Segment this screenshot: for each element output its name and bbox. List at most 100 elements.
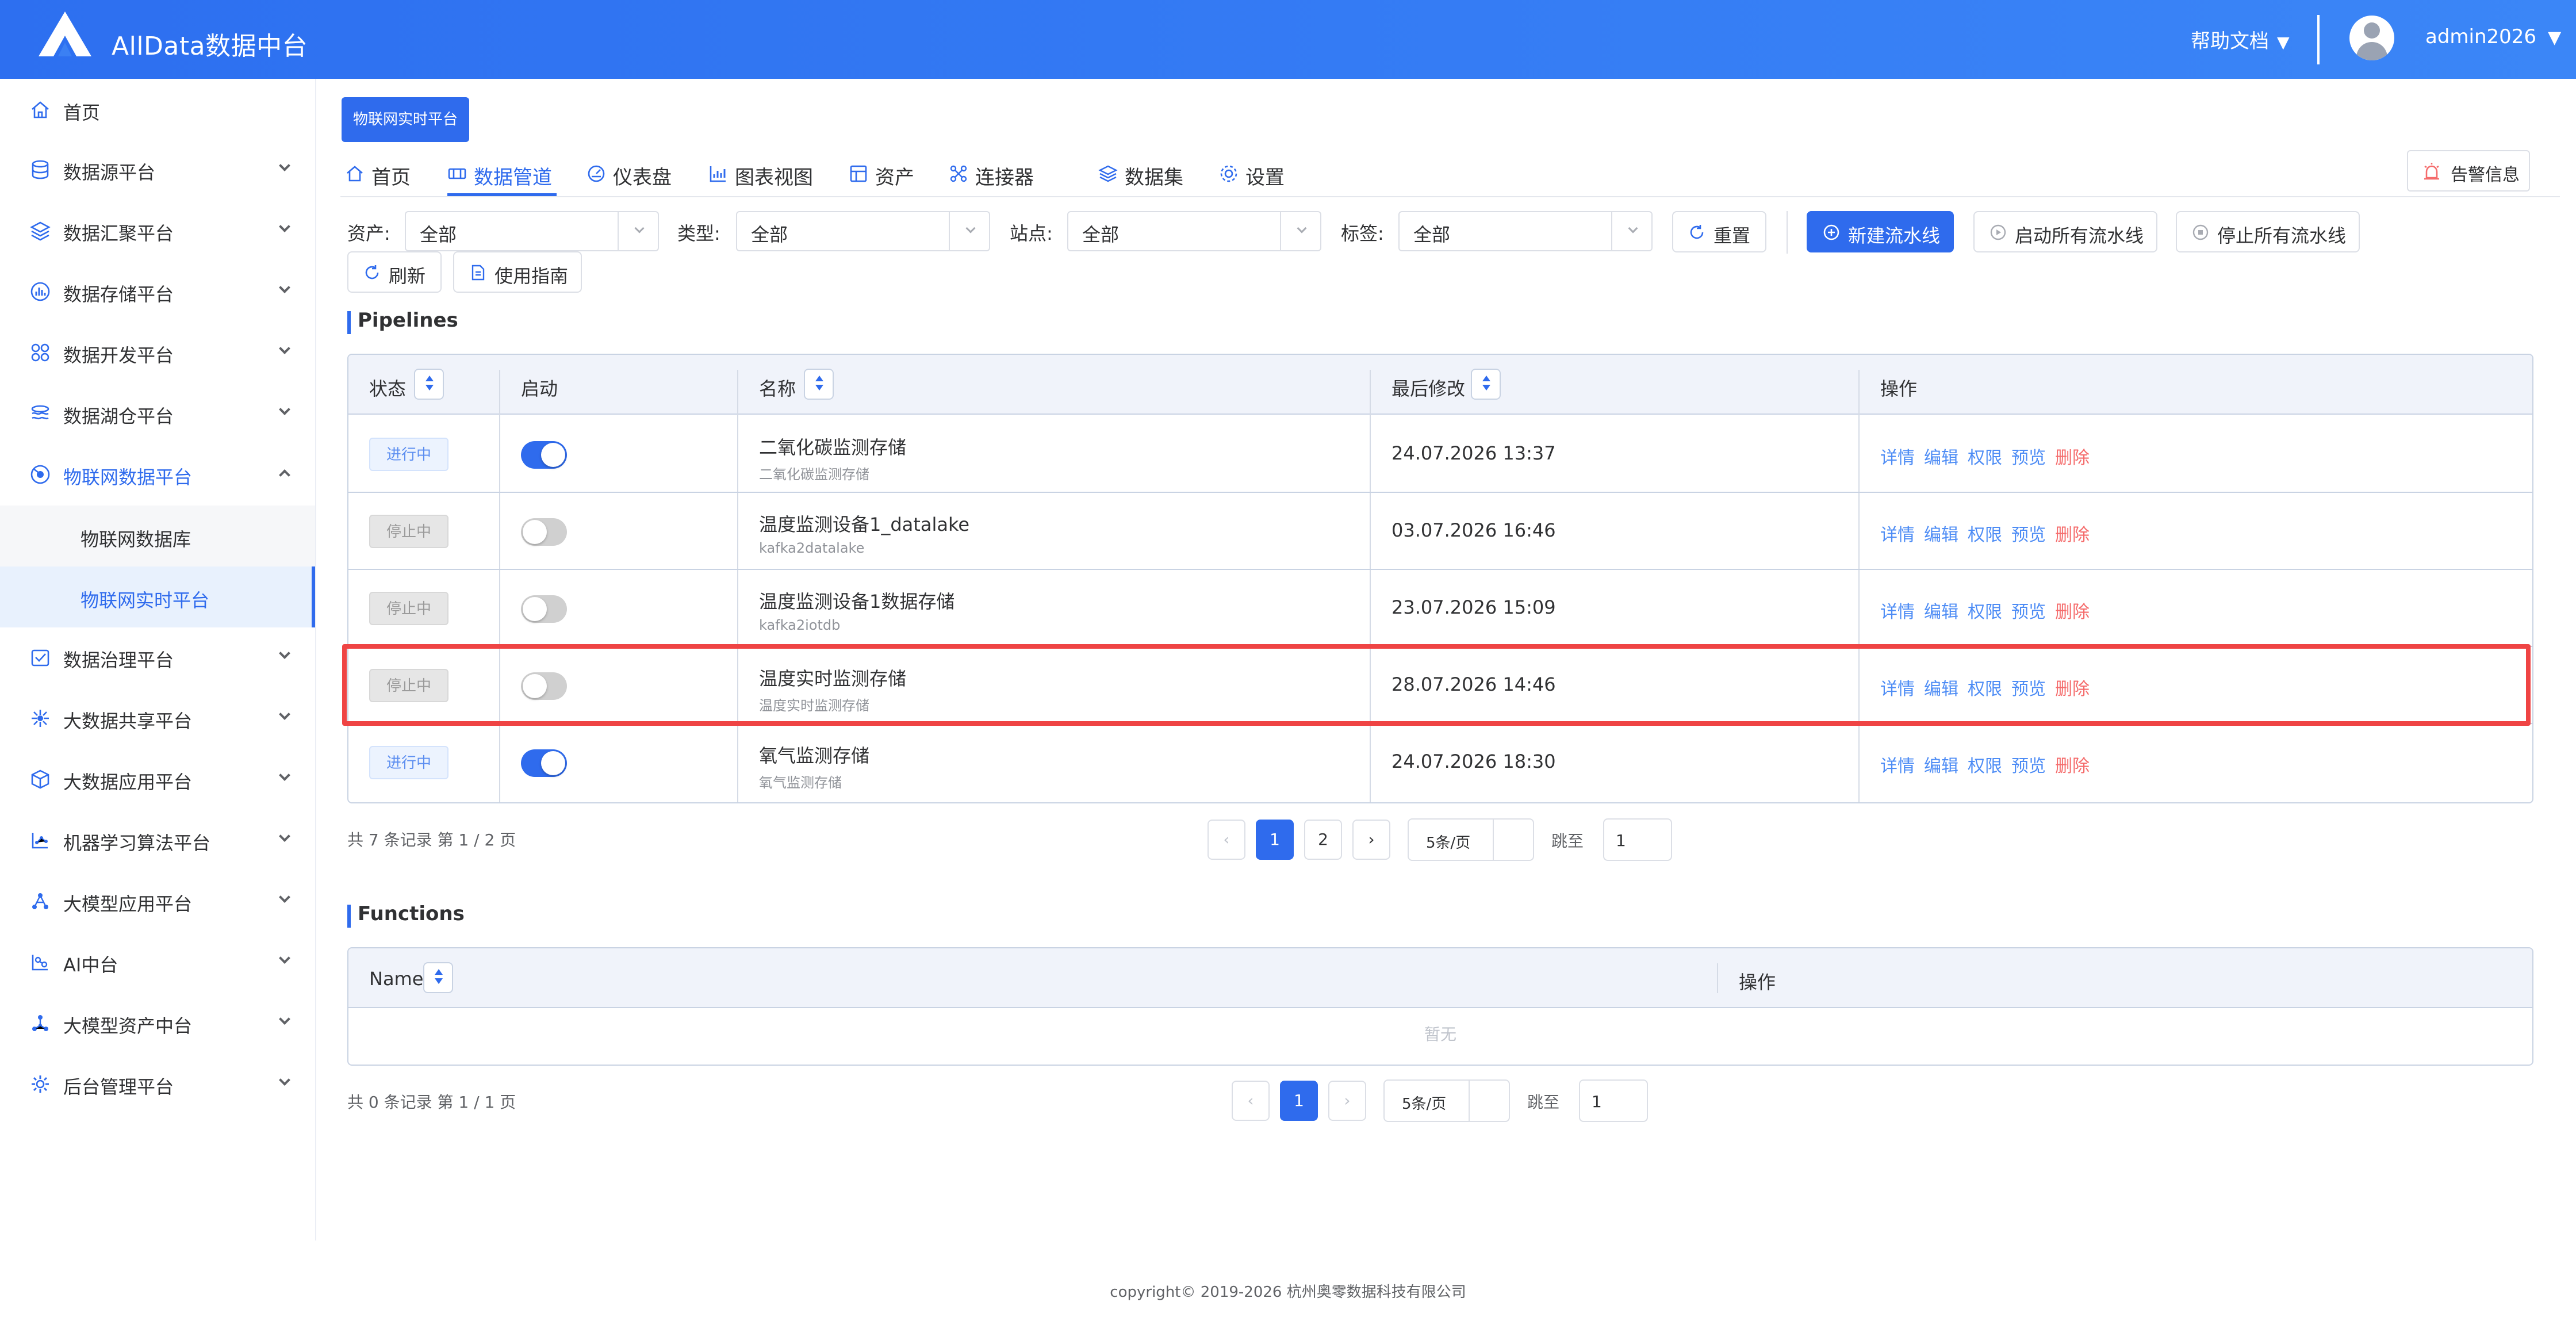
sidebar-item-share[interactable]: 大数据共享平台 [0, 688, 315, 748]
pipelines-table: 状态 启动 名称 最后修改 操作 进行中 二氧化碳监测存储 二氧化碳监测存储 24.0… [347, 354, 2533, 803]
tab-dashboard[interactable]: 仪表盘 [586, 156, 678, 196]
stop-all-button[interactable]: 停止所有流水线 [2176, 211, 2360, 252]
sort-icon[interactable] [1471, 369, 1501, 400]
preview-link[interactable]: 预览 [2011, 525, 2046, 545]
permission-link[interactable]: 权限 [1968, 448, 2002, 468]
table-row: 进行中 氧气监测存储 氧气监测存储 24.07.2026 18:30 详情 编辑 权限 预览删… [348, 724, 2532, 801]
page-size-select[interactable]: 5条/页 [1408, 818, 1534, 861]
tab-home[interactable]: 首页 [345, 156, 416, 196]
user-avatar-icon[interactable] [2349, 16, 2394, 60]
permission-link[interactable]: 权限 [1968, 525, 2002, 545]
sidebar-subitem-iot-db[interactable]: 物联网数据库 [0, 506, 315, 566]
preview-link[interactable]: 预览 [2011, 756, 2046, 776]
functions-title: Functions [347, 902, 465, 928]
ai-icon [32, 955, 48, 971]
pager-prev-button[interactable]: ‹ [1208, 820, 1245, 860]
permission-link[interactable]: 权限 [1968, 756, 2002, 776]
help-docs-label: 帮助文档 [2191, 30, 2269, 53]
enable-toggle[interactable] [521, 518, 567, 546]
pager-page-2[interactable]: 2 [1304, 820, 1342, 860]
pager-next-button[interactable]: › [1352, 820, 1390, 860]
detail-link[interactable]: 详情 [1880, 525, 1915, 545]
reset-button[interactable]: 重置 [1672, 211, 1766, 252]
delete-link[interactable]: 删除 [2055, 756, 2090, 776]
page-tag[interactable]: 物联网实时平台 [342, 97, 469, 142]
sidebar-item-ai[interactable]: AI中台 [0, 932, 315, 992]
sidebar: 首页 数据源平台 数据汇聚平台 数据存储平台 数据开发平台 数据湖仓平台 物联网… [0, 79, 316, 1241]
pager-page-1[interactable]: 1 [1280, 1081, 1318, 1121]
preview-link[interactable]: 预览 [2011, 448, 2046, 468]
page-size-value: 5条/页 [1402, 1096, 1447, 1113]
tab-datasets[interactable]: 数据集 [1098, 156, 1196, 196]
page-size-select[interactable]: 5条/页 [1383, 1079, 1510, 1122]
tab-connectors[interactable]: 连接器 [949, 156, 1046, 196]
sidebar-subitem-iot-realtime[interactable]: 物联网实时平台 [0, 566, 315, 627]
sidebar-item-home[interactable]: 首页 [0, 80, 315, 140]
enable-toggle[interactable] [521, 441, 567, 469]
page-size-value: 5条/页 [1426, 834, 1471, 852]
tab-label: 图表视图 [735, 166, 813, 189]
start-all-button[interactable]: 启动所有流水线 [1973, 211, 2157, 252]
plus-circle-icon [1823, 224, 1839, 240]
new-pipeline-button[interactable]: 新建流水线 [1807, 211, 1954, 252]
alarm-button[interactable]: 告警信息 [2407, 150, 2530, 192]
help-docs-menu[interactable]: 帮助文档 ▼ [2191, 25, 2290, 53]
tab-label: 首页 [371, 166, 411, 189]
sidebar-item-storage[interactable]: 数据存储平台 [0, 262, 315, 321]
pager-page-1[interactable]: 1 [1256, 820, 1294, 860]
sidebar-item-llm-app[interactable]: 大模型应用平台 [0, 871, 315, 931]
sort-icon[interactable] [804, 369, 834, 400]
sidebar-item-governance[interactable]: 数据治理平台 [0, 627, 315, 687]
alldata-logo-icon [39, 12, 91, 56]
start-all-label: 启动所有流水线 [2015, 225, 2144, 247]
delete-link[interactable]: 删除 [2055, 448, 2090, 468]
filter-tag-select[interactable]: 全部 [1398, 211, 1653, 251]
delete-link[interactable]: 删除 [2055, 525, 2090, 545]
tab-settings[interactable]: 设置 [1219, 156, 1294, 196]
pager-next-button[interactable]: › [1328, 1081, 1366, 1121]
pipeline-name: 二氧化碳监测存储 [759, 437, 907, 458]
chevron-down-icon [279, 830, 290, 842]
sidebar-item-dev[interactable]: 数据开发平台 [0, 323, 315, 382]
detail-link[interactable]: 详情 [1880, 448, 1915, 468]
preview-link[interactable]: 预览 [2011, 602, 2046, 622]
edit-link[interactable]: 编辑 [1924, 525, 1958, 545]
cube-icon [31, 769, 49, 789]
row-actions: 详情 编辑 权限 预览 删除 [1880, 520, 2099, 546]
filter-type-select[interactable]: 全部 [736, 211, 990, 251]
edit-link[interactable]: 编辑 [1924, 602, 1958, 622]
sidebar-item-admin[interactable]: 后台管理平台 [0, 1054, 315, 1114]
pager-prev-button[interactable]: ‹ [1232, 1081, 1270, 1121]
tab-pipelines[interactable]: 数据管道 [447, 156, 557, 196]
sidebar-item-app[interactable]: 大数据应用平台 [0, 749, 315, 809]
chevron-down-icon [1628, 223, 1638, 233]
user-guide-button[interactable]: 使用指南 [453, 251, 582, 293]
tab-assets[interactable]: 资产 [849, 156, 923, 196]
checklist-icon [31, 649, 49, 667]
detail-link[interactable]: 详情 [1880, 602, 1915, 622]
filter-site-select[interactable]: 全部 [1067, 211, 1321, 251]
chevron-down-icon [279, 709, 290, 720]
permission-link[interactable]: 权限 [1968, 602, 2002, 622]
sidebar-item-llm-asset[interactable]: 大模型资产中台 [0, 993, 315, 1053]
delete-link[interactable]: 删除 [2055, 602, 2090, 622]
sidebar-item-ml[interactable]: 机器学习算法平台 [0, 810, 315, 870]
filter-asset-select[interactable]: 全部 [405, 211, 659, 251]
detail-link[interactable]: 详情 [1880, 756, 1915, 776]
edit-link[interactable]: 编辑 [1924, 756, 1958, 776]
sidebar-item-lakehouse[interactable]: 数据湖仓平台 [0, 384, 315, 443]
refresh-button[interactable]: 刷新 [347, 251, 442, 293]
sidebar-item-ingest[interactable]: 数据汇聚平台 [0, 201, 315, 261]
jump-page-input[interactable]: 1 [1579, 1079, 1648, 1122]
tab-charts[interactable]: 图表视图 [708, 156, 823, 196]
edit-link[interactable]: 编辑 [1924, 448, 1958, 468]
sort-icon[interactable] [414, 369, 444, 400]
sidebar-item-iot[interactable]: 物联网数据平台 [0, 445, 315, 504]
enable-toggle[interactable] [521, 595, 567, 623]
user-menu[interactable]: admin2026 ▼ [2425, 25, 2561, 48]
jump-page-input[interactable]: 1 [1603, 818, 1672, 861]
sort-icon[interactable] [423, 962, 453, 993]
enable-toggle[interactable] [521, 749, 567, 777]
sidebar-item-datasource[interactable]: 数据源平台 [0, 140, 315, 200]
home-icon [32, 101, 49, 118]
